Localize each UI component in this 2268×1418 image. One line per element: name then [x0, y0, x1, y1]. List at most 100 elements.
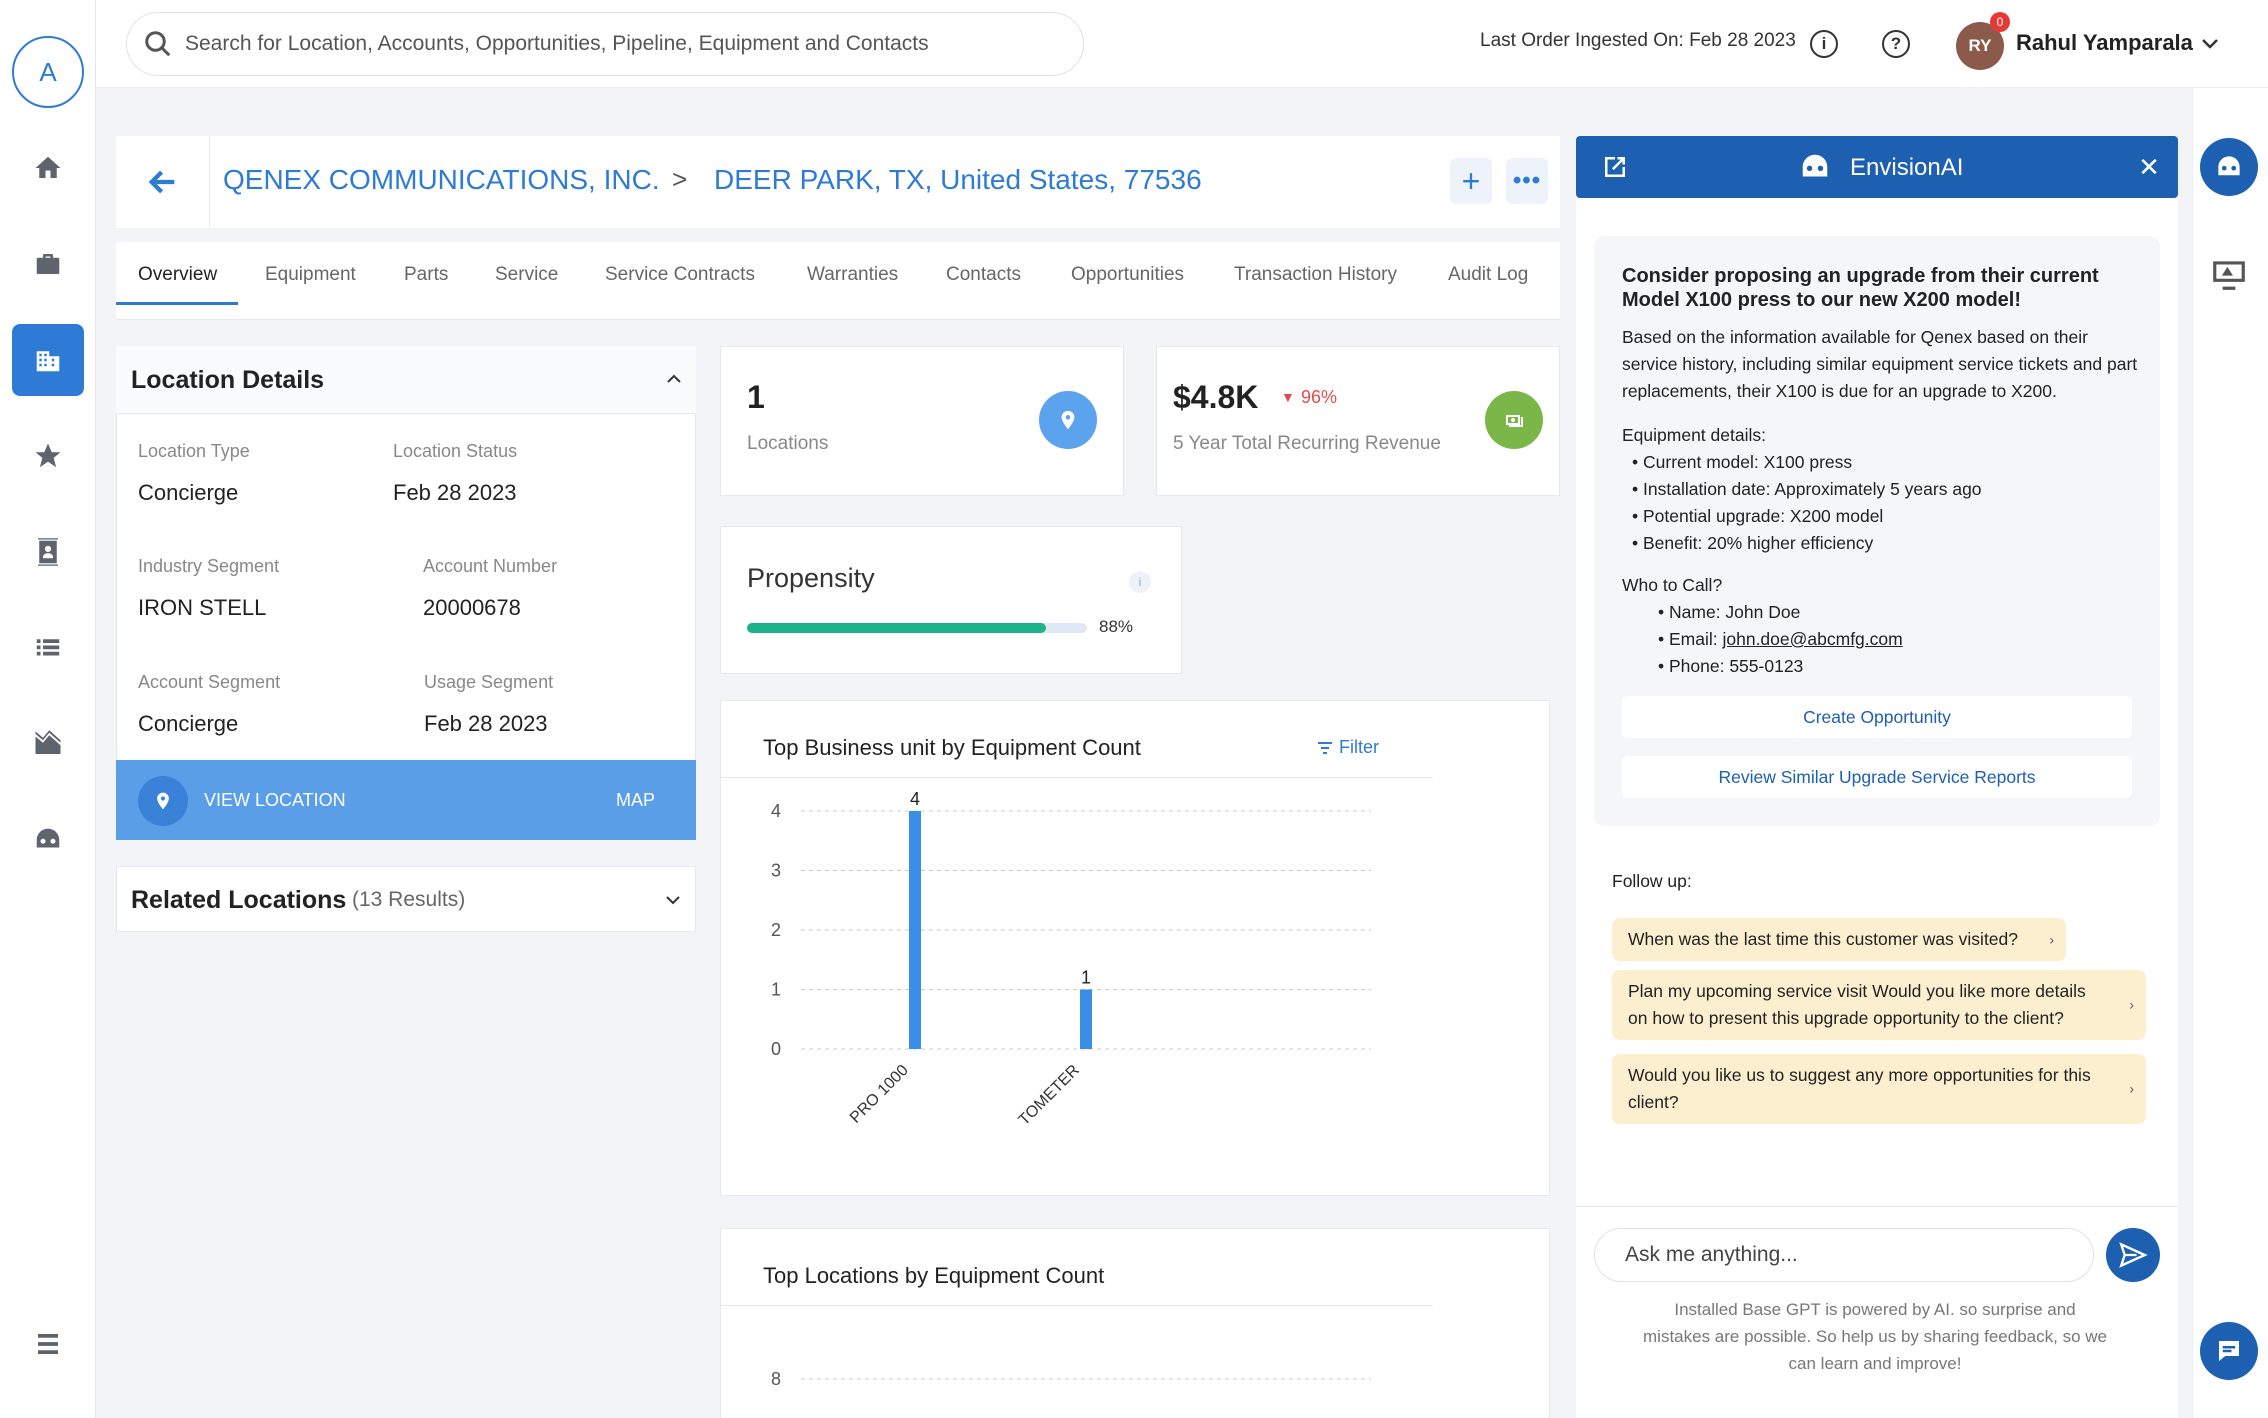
tab-equipment[interactable]: Equipment: [265, 264, 356, 286]
field-value: Feb 28 2023: [424, 711, 548, 736]
tab-service-contracts[interactable]: Service Contracts: [605, 264, 755, 286]
send-button[interactable]: [2106, 1228, 2160, 1282]
related-locations-card[interactable]: Related Locations (13 Results): [116, 866, 696, 932]
chevron-down-icon[interactable]: [665, 893, 681, 907]
divider: [721, 1305, 1433, 1306]
bar-value-label: 1: [1081, 968, 1091, 988]
equipment-item: • Current model: X100 press: [1632, 452, 1853, 472]
close-icon[interactable]: ✕: [2134, 152, 2164, 182]
arrow-left-icon: [148, 170, 174, 194]
propensity-card: Propensity i 88%: [720, 526, 1182, 674]
tab-opportunities[interactable]: Opportunities: [1071, 264, 1184, 286]
y-tick-label: 2: [771, 920, 781, 940]
related-locations-title: Related Locations: [131, 886, 347, 914]
revenue-change: 96%: [1301, 387, 1338, 407]
envision-title: EnvisionAI: [1850, 154, 1964, 181]
followup-suggestion[interactable]: Would you like us to suggest any more op…: [1612, 1054, 2146, 1124]
search-input[interactable]: Search for Location, Accounts, Opportuni…: [126, 12, 1084, 76]
locations-label: Locations: [747, 433, 829, 454]
bar[interactable]: [1080, 989, 1092, 1050]
filter-button[interactable]: Filter: [1317, 737, 1379, 758]
followup-suggestion[interactable]: When was the last time this customer was…: [1612, 918, 2066, 961]
chevron-down-icon[interactable]: [2200, 36, 2220, 52]
star-icon[interactable]: [12, 420, 84, 492]
create-opportunity-button[interactable]: Create Opportunity: [1622, 696, 2132, 738]
ai-robot-icon: [2218, 156, 2240, 176]
ai-robot-button[interactable]: [2200, 138, 2258, 196]
y-tick-label: 1: [771, 980, 781, 1000]
search-placeholder: Search for Location, Accounts, Opportuni…: [185, 32, 929, 55]
propensity-percent: 88%: [1099, 617, 1134, 636]
view-location-bar[interactable]: VIEW LOCATION MAP: [116, 760, 696, 840]
search-icon: [145, 31, 171, 57]
building-icon[interactable]: [12, 324, 84, 396]
ask-input[interactable]: Ask me anything...: [1594, 1228, 2094, 1282]
field-label: Industry Segment: [138, 556, 280, 576]
revenue-value: $4.8K: [1173, 379, 1259, 415]
money-icon: [1485, 391, 1543, 449]
followup-suggestion[interactable]: Plan my upcoming service visit Would you…: [1612, 970, 2146, 1040]
location-pin-icon: [1039, 391, 1097, 449]
tab-overview[interactable]: Overview: [138, 264, 217, 286]
chart-title: Top Locations by Equipment Count: [763, 1263, 1105, 1288]
contact-phone: • Phone: 555-0123: [1658, 656, 1804, 676]
field-value: Concierge: [138, 480, 239, 505]
breadcrumb-location[interactable]: DEER PARK, TX, United States, 77536: [714, 164, 1202, 196]
user-name[interactable]: Rahul Yamparala: [2016, 30, 2193, 56]
review-reports-button[interactable]: Review Similar Upgrade Service Reports: [1622, 756, 2132, 798]
briefcase-icon[interactable]: [12, 228, 84, 300]
breadcrumb-account[interactable]: QENEX COMMUNICATIONS, INC.: [223, 164, 660, 196]
field-label: Account Number: [423, 556, 558, 576]
back-button[interactable]: [116, 136, 210, 228]
add-button[interactable]: +: [1450, 158, 1492, 204]
map-button[interactable]: MAP: [616, 790, 655, 811]
chevron-right-icon: ›: [2129, 996, 2134, 1013]
chevron-right-icon: ›: [2049, 931, 2054, 947]
tab-contacts[interactable]: Contacts: [946, 264, 1021, 286]
equipment-item: • Installation date: Approximately 5 yea…: [1632, 479, 1982, 499]
field-label: Account Segment: [138, 672, 281, 692]
notification-badge[interactable]: 0: [1990, 12, 2010, 32]
external-link-icon[interactable]: [1600, 152, 1630, 182]
bar[interactable]: [909, 811, 921, 1049]
email-link[interactable]: john.doe@abcmfg.com: [1722, 629, 1902, 649]
tab-warranties[interactable]: Warranties: [807, 264, 898, 286]
field-value: IRON STELL: [138, 595, 267, 620]
tab-bar: Overview Equipment Parts Service Service…: [116, 242, 1560, 320]
tab-parts[interactable]: Parts: [404, 264, 448, 286]
tab-transaction-history[interactable]: Transaction History: [1234, 264, 1397, 286]
bar-chart: 86: [771, 1369, 1371, 1389]
propensity-track: [747, 623, 1087, 633]
propensity-fill: [747, 623, 1047, 633]
menu-icon[interactable]: [12, 1308, 84, 1380]
help-icon[interactable]: ?: [1882, 30, 1910, 58]
followup-heading: Follow up:: [1612, 871, 1692, 891]
view-location-button[interactable]: VIEW LOCATION: [204, 790, 346, 811]
location-details-header[interactable]: Location Details: [116, 346, 696, 414]
info-icon[interactable]: i: [1129, 571, 1151, 593]
chevron-up-icon[interactable]: [666, 372, 682, 386]
divider: [1576, 1206, 2178, 1207]
presentation-icon[interactable]: [2210, 256, 2248, 292]
x-tick-label: TOMETER: [1016, 1062, 1083, 1129]
bar-value-label: 4: [910, 791, 920, 809]
contacts-icon[interactable]: [12, 516, 84, 588]
who-heading: Who to Call?: [1622, 575, 1723, 595]
chart-area-icon[interactable]: [12, 708, 84, 780]
field-value: Feb 28 2023: [393, 480, 517, 505]
ai-robot-icon[interactable]: [12, 804, 84, 876]
home-icon[interactable]: [12, 132, 84, 204]
chat-support-button[interactable]: [2200, 1322, 2258, 1380]
more-options-button[interactable]: •••: [1506, 158, 1548, 204]
app-avatar[interactable]: A: [12, 36, 84, 108]
suggestion-headline: Consider proposing an upgrade from their…: [1622, 265, 2099, 311]
last-order-text: Last Order Ingested On: Feb 28 2023: [1480, 30, 1796, 51]
tab-audit-log[interactable]: Audit Log: [1448, 264, 1528, 286]
list-icon[interactable]: [12, 612, 84, 684]
related-locations-count: (13 Results): [352, 888, 466, 911]
y-tick-label: 4: [771, 801, 781, 821]
location-details-title: Location Details: [131, 366, 325, 394]
field-label: Location Status: [393, 441, 518, 461]
info-icon[interactable]: i: [1810, 30, 1838, 58]
tab-service[interactable]: Service: [495, 264, 558, 286]
